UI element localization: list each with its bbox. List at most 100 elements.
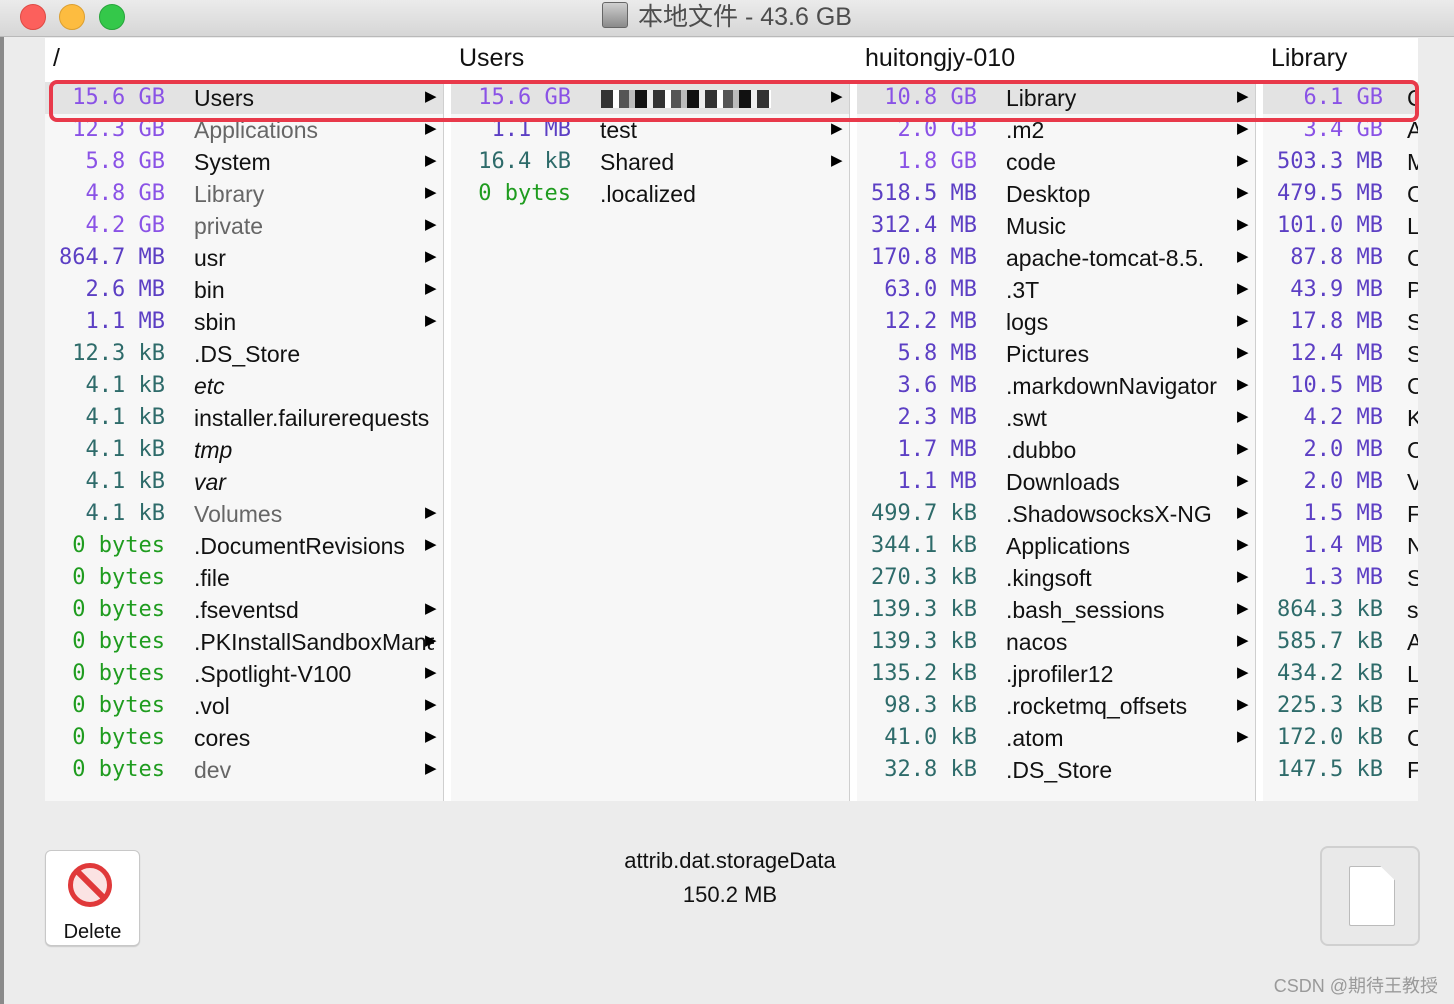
list-item[interactable]: 87.8 MB C	[1263, 242, 1418, 274]
disclosure-arrow-icon[interactable]: ▶	[1237, 114, 1249, 144]
list-item[interactable]: 0 bytes .localized	[451, 178, 849, 210]
list-item[interactable]: 12.2 MB logs ▶	[857, 306, 1255, 338]
delete-button[interactable]: Delete	[45, 850, 140, 946]
list-item[interactable]: 344.1 kB Applications ▶	[857, 530, 1255, 562]
list-item[interactable]: 4.1 kB tmp	[45, 434, 443, 466]
list-item[interactable]: 585.7 kB A	[1263, 626, 1418, 658]
list-item[interactable]: 1.3 MB S	[1263, 562, 1418, 594]
disclosure-arrow-icon[interactable]: ▶	[1237, 178, 1249, 208]
list-item[interactable]: 2.3 MB .swt ▶	[857, 402, 1255, 434]
list-item[interactable]: 0 bytes .Spotlight-V100 ▶	[45, 658, 443, 690]
disclosure-arrow-icon[interactable]: ▶	[425, 306, 437, 336]
list-item[interactable]: 2.0 MB C	[1263, 434, 1418, 466]
list-item[interactable]: 503.3 MB M	[1263, 146, 1418, 178]
disclosure-arrow-icon[interactable]: ▶	[1237, 338, 1249, 368]
list-item[interactable]: 10.5 MB C	[1263, 370, 1418, 402]
list-item[interactable]: 4.1 kB installer.failurerequests	[45, 402, 443, 434]
list-item[interactable]: 1.1 MB Downloads ▶	[857, 466, 1255, 498]
list-item[interactable]: 518.5 MB Desktop ▶	[857, 178, 1255, 210]
disclosure-arrow-icon[interactable]: ▶	[425, 594, 437, 624]
list-item[interactable]: 1.8 GB code ▶	[857, 146, 1255, 178]
list-item[interactable]: 2.0 GB .m2 ▶	[857, 114, 1255, 146]
list-item[interactable]: 139.3 kB nacos ▶	[857, 626, 1255, 658]
list-item[interactable]: 43.9 MB P	[1263, 274, 1418, 306]
disclosure-arrow-icon[interactable]: ▶	[425, 242, 437, 272]
list-item[interactable]: 479.5 MB C	[1263, 178, 1418, 210]
list-item[interactable]: 5.8 GB System ▶	[45, 146, 443, 178]
list-item[interactable]: 15.6 GB Users ▶	[45, 82, 443, 114]
column-list[interactable]: 6.1 GB C 3.4 GB A 503.3 MB M 479.5 MB C 101.0 MB…	[1263, 82, 1418, 801]
list-item[interactable]: 32.8 kB .DS_Store	[857, 754, 1255, 786]
disclosure-arrow-icon[interactable]: ▶	[425, 498, 437, 528]
disclosure-arrow-icon[interactable]: ▶	[1237, 146, 1249, 176]
list-item[interactable]: 1.7 MB .dubbo ▶	[857, 434, 1255, 466]
disclosure-arrow-icon[interactable]: ▶	[425, 82, 437, 112]
disclosure-arrow-icon[interactable]: ▶	[425, 754, 437, 784]
list-item[interactable]: 1.1 MB sbin ▶	[45, 306, 443, 338]
disclosure-arrow-icon[interactable]: ▶	[425, 658, 437, 688]
list-item[interactable]: 499.7 kB .ShadowsocksX-NG ▶	[857, 498, 1255, 530]
disclosure-arrow-icon[interactable]: ▶	[831, 114, 843, 144]
list-item[interactable]: 270.3 kB .kingsoft ▶	[857, 562, 1255, 594]
list-item[interactable]: 3.6 MB .markdownNavigator ▶	[857, 370, 1255, 402]
list-item[interactable]: 6.1 GB C	[1263, 82, 1418, 114]
list-item[interactable]: 0 bytes cores ▶	[45, 722, 443, 754]
list-item[interactable]: 16.4 kB Shared ▶	[451, 146, 849, 178]
list-item[interactable]: 312.4 MB Music ▶	[857, 210, 1255, 242]
disclosure-arrow-icon[interactable]: ▶	[1237, 594, 1249, 624]
list-item[interactable]: 10.8 GB Library ▶	[857, 82, 1255, 114]
disclosure-arrow-icon[interactable]: ▶	[1237, 370, 1249, 400]
list-item[interactable]: 4.1 kB etc	[45, 370, 443, 402]
disclosure-arrow-icon[interactable]: ▶	[1237, 690, 1249, 720]
list-item[interactable]: 0 bytes .vol ▶	[45, 690, 443, 722]
list-item[interactable]: 864.3 kB s	[1263, 594, 1418, 626]
list-item[interactable]: 4.2 MB K	[1263, 402, 1418, 434]
disclosure-arrow-icon[interactable]: ▶	[1237, 306, 1249, 336]
list-item[interactable]: 0 bytes .fseventsd ▶	[45, 594, 443, 626]
list-item[interactable]: 15.6 GB ▶	[451, 82, 849, 114]
list-item[interactable]: 12.3 GB Applications ▶	[45, 114, 443, 146]
list-item[interactable]: 1.5 MB F	[1263, 498, 1418, 530]
list-item[interactable]: 0 bytes .PKInstallSandboxManager▶	[45, 626, 443, 658]
list-item[interactable]: 170.8 MB apache-tomcat-8.5. ▶	[857, 242, 1255, 274]
disclosure-arrow-icon[interactable]: ▶	[425, 146, 437, 176]
list-item[interactable]: 172.0 kB C	[1263, 722, 1418, 754]
list-item[interactable]: 41.0 kB .atom ▶	[857, 722, 1255, 754]
list-item[interactable]: 4.1 kB var	[45, 466, 443, 498]
column-list[interactable]: 10.8 GB Library ▶ 2.0 GB .m2 ▶ 1.8 GB code ▶ 518.…	[857, 82, 1256, 801]
disclosure-arrow-icon[interactable]: ▶	[1237, 274, 1249, 304]
list-item[interactable]: 2.0 MB V	[1263, 466, 1418, 498]
disclosure-arrow-icon[interactable]: ▶	[1237, 466, 1249, 496]
disclosure-arrow-icon[interactable]: ▶	[1237, 402, 1249, 432]
disclosure-arrow-icon[interactable]: ▶	[831, 82, 843, 112]
disclosure-arrow-icon[interactable]: ▶	[425, 178, 437, 208]
disclosure-arrow-icon[interactable]: ▶	[1237, 626, 1249, 656]
column-users[interactable]: Users 15.6 GB ▶ 1.1 MB test ▶ 16.4 kB Shared ▶ 0…	[451, 38, 850, 801]
disclosure-arrow-icon[interactable]: ▶	[1237, 82, 1249, 112]
list-item[interactable]: 864.7 MB usr ▶	[45, 242, 443, 274]
disclosure-arrow-icon[interactable]: ▶	[1237, 722, 1249, 752]
list-item[interactable]: 5.8 MB Pictures ▶	[857, 338, 1255, 370]
list-item[interactable]: 2.6 MB bin ▶	[45, 274, 443, 306]
list-item[interactable]: 63.0 MB .3T ▶	[857, 274, 1255, 306]
list-item[interactable]: 0 bytes dev ▶	[45, 754, 443, 786]
list-item[interactable]: 4.1 kB Volumes ▶	[45, 498, 443, 530]
disclosure-arrow-icon[interactable]: ▶	[1237, 562, 1249, 592]
column-list[interactable]: 15.6 GB Users ▶ 12.3 GB Applications ▶ 5.8 GB S…	[45, 82, 444, 801]
list-item[interactable]: 12.4 MB S	[1263, 338, 1418, 370]
list-item[interactable]: 0 bytes .DocumentRevisions ▶	[45, 530, 443, 562]
disclosure-arrow-icon[interactable]: ▶	[425, 210, 437, 240]
column-list[interactable]: 15.6 GB ▶ 1.1 MB test ▶ 16.4 kB Shared ▶ 0 bytes…	[451, 82, 850, 801]
file-preview[interactable]	[1320, 846, 1420, 946]
list-item[interactable]: 434.2 kB L	[1263, 658, 1418, 690]
list-item[interactable]: 1.4 MB N	[1263, 530, 1418, 562]
disclosure-arrow-icon[interactable]: ▶	[425, 274, 437, 304]
disclosure-arrow-icon[interactable]: ▶	[425, 114, 437, 144]
list-item[interactable]: 3.4 GB A	[1263, 114, 1418, 146]
column-root[interactable]: / 15.6 GB Users ▶ 12.3 GB Applications ▶ 5.8 G…	[45, 38, 444, 801]
list-item[interactable]: 1.1 MB test ▶	[451, 114, 849, 146]
disclosure-arrow-icon[interactable]: ▶	[1237, 498, 1249, 528]
list-item[interactable]: 4.2 GB private ▶	[45, 210, 443, 242]
disclosure-arrow-icon[interactable]: ▶	[425, 690, 437, 720]
list-item[interactable]: 12.3 kB .DS_Store	[45, 338, 443, 370]
